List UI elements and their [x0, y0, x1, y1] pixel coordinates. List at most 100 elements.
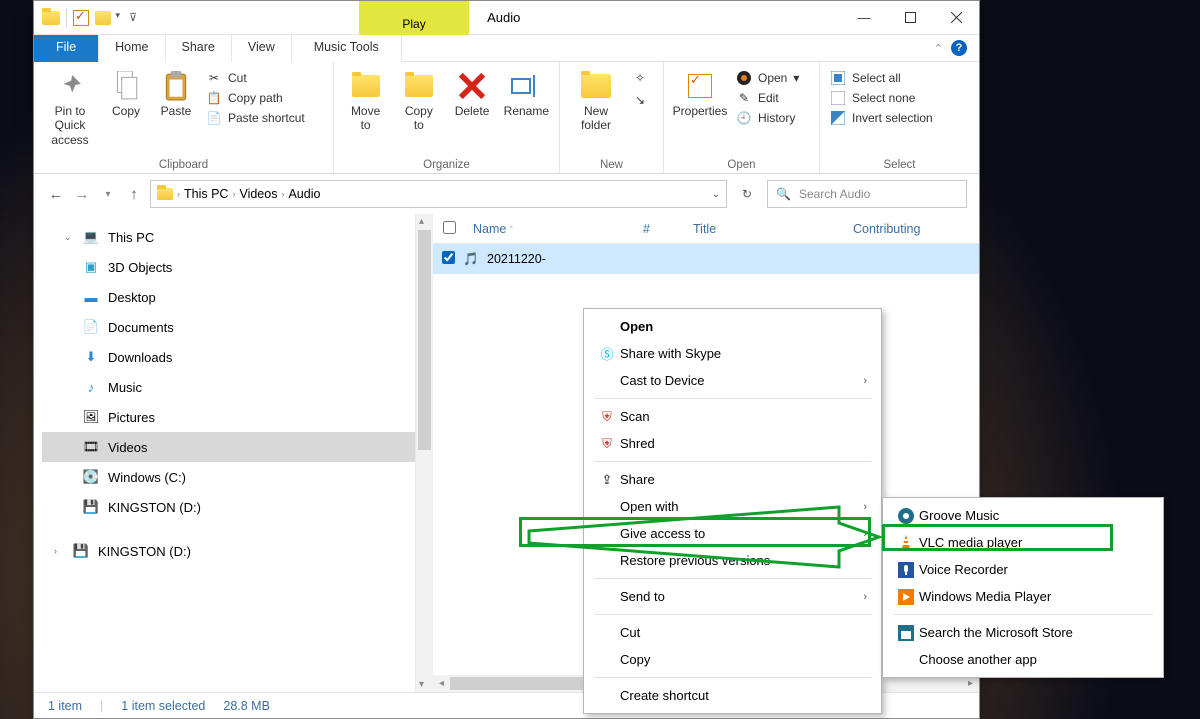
minimize-button[interactable]: —	[841, 1, 887, 35]
sub-groove[interactable]: Groove Music	[883, 502, 1163, 529]
paste-button[interactable]: Paste	[156, 66, 196, 118]
ctx-open-with[interactable]: Open with›	[584, 493, 881, 520]
ctx-open[interactable]: Open	[584, 313, 881, 340]
sub-voice[interactable]: Voice Recorder	[883, 556, 1163, 583]
ctx-restore[interactable]: Restore previous versions	[584, 547, 881, 574]
new-folder-button[interactable]: New folder	[570, 66, 622, 133]
sub-wmp[interactable]: Windows Media Player	[883, 583, 1163, 610]
collapse-ribbon-icon[interactable]: ⌃	[934, 42, 943, 55]
properties-qat-icon[interactable]	[73, 10, 89, 26]
tree-scrollbar[interactable]	[416, 214, 433, 692]
move-to-button[interactable]: Move to	[344, 66, 387, 133]
tree-downloads[interactable]: ⬇Downloads	[42, 342, 415, 372]
pin-quick-access-button[interactable]: Pin to Quick access	[44, 66, 96, 147]
select-all-checkbox[interactable]	[443, 221, 456, 234]
download-icon: ⬇	[82, 349, 100, 365]
sub-vlc[interactable]: VLC media player	[883, 529, 1163, 556]
sub-store[interactable]: Search the Microsoft Store	[883, 619, 1163, 646]
tab-view[interactable]: View	[232, 35, 292, 62]
crumb-this-pc[interactable]: This PC›	[184, 187, 235, 201]
scroll-right-icon[interactable]: ▸	[962, 678, 979, 689]
tree-kingston-d[interactable]: 💾KINGSTON (D:)	[42, 492, 415, 522]
open-with-submenu[interactable]: Groove Music VLC media player Voice Reco…	[882, 497, 1164, 678]
tree-documents[interactable]: 📄Documents	[42, 312, 415, 342]
open-button[interactable]: Open ▾	[736, 70, 799, 86]
easy-access-button[interactable]: ↘	[632, 92, 648, 108]
select-all-button[interactable]: Select all	[830, 70, 933, 86]
tree-videos[interactable]: 🎞Videos	[42, 432, 415, 462]
edit-button[interactable]: ✎Edit	[736, 90, 799, 106]
tree-3d-objects[interactable]: ▣3D Objects	[42, 252, 415, 282]
help-icon[interactable]: ?	[951, 40, 967, 56]
forward-button[interactable]: →	[72, 186, 92, 203]
close-button[interactable]	[933, 1, 979, 35]
tree-pictures[interactable]: 🖼Pictures	[42, 402, 415, 432]
scroll-left-icon[interactable]: ◂	[433, 678, 450, 689]
tab-home[interactable]: Home	[99, 35, 165, 62]
ctx-send-to[interactable]: Send to›	[584, 583, 881, 610]
col-name[interactable]: Name	[473, 222, 506, 236]
ribbon-group-new: New folder ✧ ↘ New	[560, 62, 664, 173]
tab-music-tools[interactable]: Music Tools	[292, 35, 402, 62]
column-headers[interactable]: Name ˆ # Title Contributing	[433, 214, 979, 244]
ctx-scan[interactable]: ⛨Scan	[584, 403, 881, 430]
tab-file[interactable]: File	[34, 35, 99, 62]
new-item-button[interactable]: ✧	[632, 70, 648, 86]
refresh-button[interactable]: ↻	[733, 180, 761, 208]
crumb-videos[interactable]: Videos›	[239, 187, 284, 201]
ctx-give-access[interactable]: Give access to›	[584, 520, 881, 547]
properties-icon	[684, 70, 716, 102]
crumb-audio[interactable]: Audio	[288, 187, 320, 201]
tree-music[interactable]: ♪Music	[42, 372, 415, 402]
col-contrib[interactable]: Contributing	[843, 222, 979, 236]
store-icon	[893, 625, 919, 641]
mic-icon	[893, 562, 919, 578]
nav-tree[interactable]: ⌄💻This PC ▣3D Objects ▬Desktop 📄Document…	[34, 214, 416, 692]
row-checkbox[interactable]	[442, 251, 455, 264]
search-box[interactable]: 🔍 Search Audio	[767, 180, 967, 208]
address-bar[interactable]: › This PC› Videos› Audio ⌄	[150, 180, 727, 208]
copy-button[interactable]: Copy	[106, 66, 146, 118]
copy-to-icon	[403, 70, 435, 102]
col-number[interactable]: #	[633, 222, 683, 236]
recent-dropdown[interactable]: ▾	[98, 189, 118, 200]
ctx-share[interactable]: ⇪Share	[584, 466, 881, 493]
tree-desktop[interactable]: ▬Desktop	[42, 282, 415, 312]
select-none-button[interactable]: Select none	[830, 90, 933, 106]
copy-path-button[interactable]: 📋Copy path	[206, 90, 305, 106]
tree-this-pc[interactable]: ⌄💻This PC	[42, 222, 415, 252]
tab-share[interactable]: Share	[166, 35, 232, 62]
maximize-button[interactable]	[887, 1, 933, 35]
invert-selection-button[interactable]: Invert selection	[830, 110, 933, 126]
col-title[interactable]: Title	[683, 222, 843, 236]
paste-shortcut-button[interactable]: 📄Paste shortcut	[206, 110, 305, 126]
delete-button[interactable]: Delete	[450, 66, 493, 118]
properties-button[interactable]: Properties	[674, 66, 726, 118]
folder-dropdown-icon[interactable]	[95, 11, 111, 25]
ctx-copy[interactable]: Copy	[584, 646, 881, 673]
copy-to-button[interactable]: Copy to	[397, 66, 440, 133]
contextual-play-tab[interactable]: Play	[359, 1, 469, 35]
chevron-right-icon[interactable]: ›	[177, 189, 180, 199]
cut-button[interactable]: ✂Cut	[206, 70, 305, 86]
ctx-create-shortcut[interactable]: Create shortcut	[584, 682, 881, 709]
qat-overflow-icon[interactable]: ⊽	[129, 11, 137, 24]
ctx-cut[interactable]: Cut	[584, 619, 881, 646]
tree-windows-c[interactable]: 💽Windows (C:)	[42, 462, 415, 492]
context-menu[interactable]: Open ⓈShare with Skype Cast to Device› ⛨…	[583, 308, 882, 714]
up-button[interactable]: ↑	[124, 186, 144, 203]
disc-icon	[736, 70, 752, 86]
ctx-shred[interactable]: ⛨Shred	[584, 430, 881, 457]
tree-kingston-d-ext[interactable]: ›💾KINGSTON (D:)	[42, 536, 415, 566]
rename-button[interactable]: Rename	[504, 66, 549, 118]
ctx-share-skype[interactable]: ⓈShare with Skype	[584, 340, 881, 367]
group-label: Select	[830, 157, 969, 171]
folder-icon	[42, 11, 60, 25]
address-dropdown-icon[interactable]: ⌄	[712, 189, 720, 200]
history-button[interactable]: 🕘History	[736, 110, 799, 126]
file-row[interactable]: 🎵 20211220-	[433, 244, 979, 274]
ctx-cast[interactable]: Cast to Device›	[584, 367, 881, 394]
sub-other[interactable]: Choose another app	[883, 646, 1163, 673]
scrollbar-thumb[interactable]	[418, 230, 431, 450]
back-button[interactable]: ←	[46, 186, 66, 203]
